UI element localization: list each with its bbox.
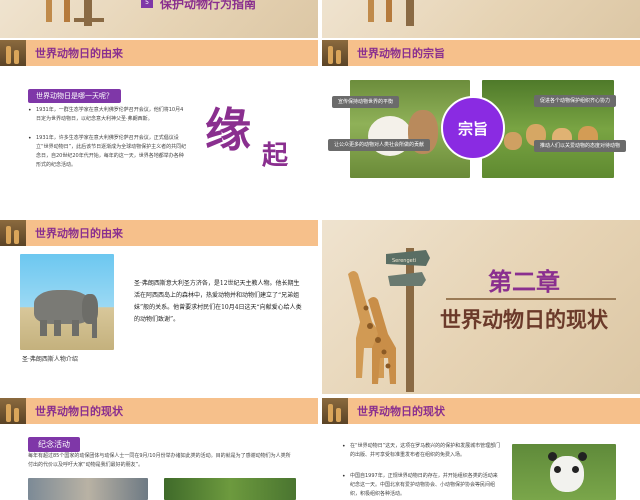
slide-header: 世界动物日的由来 <box>0 220 318 246</box>
section-number-badge: 5 <box>141 0 153 8</box>
header-thumbnail-image <box>322 40 348 66</box>
origin-char-qi: 起 <box>262 141 289 171</box>
slide-title: 世界动物日的现状 <box>35 405 123 418</box>
section-title: 保护动物行为指南 <box>160 0 257 11</box>
slide-8-thumbnail[interactable]: 世界动物日的现状 在“世界动物日”这天，这项在罗马教兴的的保护和发展城市管理部门… <box>322 398 640 500</box>
slide-title: 世界动物日的由来 <box>35 47 123 60</box>
slide-1-thumbnail[interactable]: 5 保护动物行为指南 <box>0 0 318 38</box>
header-thumbnail-image <box>0 40 26 66</box>
history-paragraph-1: 1931年，一群生态学家在意大利佛罗伦萨召开会议，他们将10月4日定为世界动物日… <box>28 106 188 124</box>
saint-paragraph: 圣·弗朗西斯意大利圣方济各，是12世纪天主教人物。他长期生活在阿西西岛上的森林中… <box>134 280 302 323</box>
slide-header: 世界动物日的由来 <box>0 40 318 66</box>
slide-header: 世界动物日的现状 <box>322 398 640 424</box>
slide-title: 世界动物日的宗旨 <box>357 47 445 60</box>
slide-5-thumbnail[interactable]: 世界动物日的由来 圣·弗朗西斯人物介绍 圣·弗朗西斯意大利圣方济各，是12世纪天… <box>0 220 318 394</box>
slide-title: 世界动物日的现状 <box>357 405 445 418</box>
history-paragraph-2: 1931年，许多生态学家在意大利佛罗伦萨召开会议，正式倡议设立“世界动物日”，此… <box>28 134 188 170</box>
slide-7-thumbnail[interactable]: 世界动物日的现状 纪念活动 每年有超过85个国家的动保团体与动保人士一同在9月/… <box>0 398 318 500</box>
sign-text: Serengeti <box>392 258 416 264</box>
giraffe-sign-image <box>28 0 108 36</box>
origin-char-yuan: 缘 <box>205 103 251 157</box>
question-badge: 世界动物日是哪一天呢？ <box>28 89 121 103</box>
purpose-pill-4: 推动人们以关爱动物的态度对待动物 <box>534 140 627 152</box>
chapter-heading: 第二章 <box>488 268 560 296</box>
slide-header: 世界动物日的宗旨 <box>322 40 640 66</box>
panda-photo <box>512 444 616 500</box>
chapter-divider <box>446 298 616 300</box>
header-thumbnail-image <box>0 398 26 424</box>
giraffe-sign-image <box>350 0 430 36</box>
giraffe-illustration: Serengeti <box>348 248 430 392</box>
photo-caption: 圣·弗朗西斯人物介绍 <box>22 356 78 363</box>
purpose-pill-3: 让公众更多的动物对人类社会所做的贡献 <box>328 139 431 151</box>
crowd-photo <box>28 478 148 500</box>
status-bullet-1: 在“世界动物日”这天，这项在罗马教兴的的保护和发展城市管理部门的出版、并可享受标… <box>342 442 502 460</box>
header-thumbnail-image <box>322 398 348 424</box>
animal-photo <box>164 478 296 500</box>
chapter-subtitle: 世界动物日的现状 <box>440 308 608 332</box>
activity-badge: 纪念活动 <box>28 437 80 452</box>
purpose-pill-2: 促进各个动物保护组织齐心协力 <box>534 95 617 107</box>
activity-paragraph: 每年有超过85个国家的动保团体与动保人士一同在9月/10月份举办诸如此类的活动。… <box>28 453 291 468</box>
status-bullet-2: 中国自1997年，正规世界动物日的存在，并开始组织各类的活动来纪念这一天。中国北… <box>342 472 502 499</box>
purpose-circle: 宗旨 <box>441 96 505 160</box>
slide-6-thumbnail[interactable]: Serengeti 第二章 世界动物日的现状 <box>322 220 640 394</box>
slide-header: 世界动物日的现状 <box>0 398 318 424</box>
slide-2-thumbnail[interactable] <box>322 0 640 38</box>
slide-4-thumbnail[interactable]: 世界动物日的宗旨 宣传保持动物世界的平衡 促进各个动物保护组织齐心协力 让公众更… <box>322 40 640 216</box>
slide-3-thumbnail[interactable]: 世界动物日的由来 世界动物日是哪一天呢？ 1931年，一群生态学家在意大利佛罗伦… <box>0 40 318 216</box>
slide-title: 世界动物日的由来 <box>35 227 123 240</box>
elephant-photo <box>20 254 114 350</box>
header-thumbnail-image <box>0 220 26 246</box>
purpose-pill-1: 宣传保持动物世界的平衡 <box>332 96 400 108</box>
